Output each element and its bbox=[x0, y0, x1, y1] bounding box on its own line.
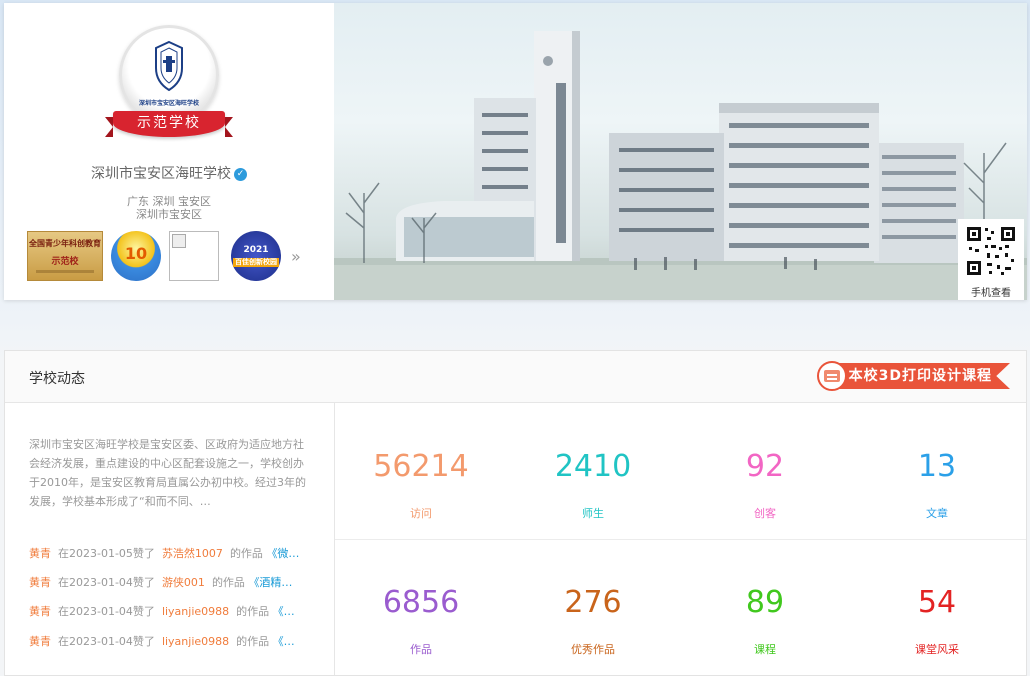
honor-ten-badge[interactable]: 10 bbox=[111, 231, 161, 281]
more-honors-arrow[interactable]: » bbox=[291, 247, 301, 266]
stat-label: 师生 bbox=[582, 507, 604, 520]
activity-user[interactable]: 黄青 bbox=[29, 576, 51, 589]
stat-works[interactable]: 6856 作品 bbox=[335, 583, 507, 657]
stat-value: 92 bbox=[745, 449, 785, 484]
qr-label: 手机查看 bbox=[971, 288, 1011, 299]
stat-label: 课堂风采 bbox=[915, 643, 959, 656]
activity-work-link[interactable]: 《… bbox=[273, 635, 295, 648]
activity-action: 在2023-01-04赞了 bbox=[58, 605, 155, 618]
stat-excellent-works[interactable]: 276 优秀作品 bbox=[507, 583, 679, 657]
badge-school-name: 深圳市宝安区海旺学校 bbox=[138, 100, 199, 107]
news-header: 学校动态 本校3D打印设计课程 bbox=[5, 351, 1026, 403]
school-badge[interactable]: 深圳市宝安区海旺学校 示范学校 bbox=[105, 25, 233, 143]
activity-target-user[interactable]: liyanjie0988 bbox=[162, 605, 229, 618]
school-name-text: 深圳市宝安区海旺学校 bbox=[91, 166, 231, 182]
honor2-text: 10 bbox=[124, 244, 148, 263]
honor1-footer bbox=[36, 270, 94, 273]
activity-user[interactable]: 黄青 bbox=[29, 635, 51, 648]
activity-user[interactable]: 黄青 bbox=[29, 605, 51, 618]
activity-item: 黄青 在2023-01-04赞了 liyanjie0988 的作品 《… bbox=[29, 633, 313, 649]
stat-value: 54 bbox=[917, 585, 957, 620]
stat-visits[interactable]: 56214 访问 bbox=[335, 447, 507, 521]
honor-broken-image[interactable] bbox=[169, 231, 219, 281]
shield-icon bbox=[155, 40, 183, 92]
stat-label: 优秀作品 bbox=[571, 643, 615, 656]
activity-item: 黄青 在2023-01-04赞了 游侠001 的作品 《酒精… bbox=[29, 574, 313, 590]
activity-work-link[interactable]: 《酒精… bbox=[248, 576, 292, 589]
demo-school-ribbon: 示范学校 bbox=[105, 111, 233, 137]
verified-icon: ✓ bbox=[234, 167, 247, 181]
activity-item: 黄青 在2023-01-04赞了 liyanjie0988 的作品 《… bbox=[29, 603, 313, 619]
school-logo: 深圳市宝安区海旺学校 bbox=[119, 25, 219, 125]
activity-target-user[interactable]: 游侠001 bbox=[162, 576, 205, 589]
activity-work-link[interactable]: 《微… bbox=[266, 547, 299, 560]
honor-science-education[interactable]: 全国青少年科创教育 示范校 bbox=[27, 231, 103, 281]
honor4-year: 2021 bbox=[243, 245, 269, 255]
activity-action: 在2023-01-04赞了 bbox=[58, 635, 155, 648]
stat-label: 课程 bbox=[754, 643, 776, 656]
stat-label: 作品 bbox=[410, 643, 432, 656]
school-name[interactable]: 深圳市宝安区海旺学校 ✓ bbox=[4, 163, 334, 183]
stats-divider bbox=[335, 539, 1026, 540]
school-intro[interactable]: 深圳市宝安区海旺学校是宝安区委、区政府为适应地方社会经济发展，重点建设的中心区配… bbox=[29, 435, 313, 511]
news-left-column: 深圳市宝安区海旺学校是宝安区委、区政府为适应地方社会经济发展，重点建设的中心区配… bbox=[5, 403, 335, 675]
campus-photo: 手机查看 bbox=[334, 3, 1027, 300]
stat-label: 访问 bbox=[410, 507, 432, 520]
stat-value: 6856 bbox=[382, 585, 460, 620]
activity-action: 在2023-01-05赞了 bbox=[58, 547, 155, 560]
stat-label: 文章 bbox=[926, 507, 948, 520]
activity-target-user[interactable]: liyanjie0988 bbox=[162, 635, 229, 648]
activity-of: 的作品 bbox=[229, 547, 263, 560]
stat-articles[interactable]: 13 文章 bbox=[851, 447, 1023, 521]
stat-classroom[interactable]: 54 课堂风采 bbox=[851, 583, 1023, 657]
stat-value: 89 bbox=[745, 585, 785, 620]
activity-work-link[interactable]: 《… bbox=[273, 605, 295, 618]
activity-item: 黄青 在2023-01-05赞了 苏浩然1007 的作品 《微… bbox=[29, 545, 313, 561]
activity-of: 的作品 bbox=[211, 576, 245, 589]
school-profile-card: 深圳市宝安区海旺学校 示范学校 深圳市宝安区海旺学校 ✓ 广东 深圳 宝安区 深圳… bbox=[4, 3, 1027, 300]
stat-value: 13 bbox=[917, 449, 957, 484]
activity-of: 的作品 bbox=[236, 605, 270, 618]
news-body: 深圳市宝安区海旺学校是宝安区委、区政府为适应地方社会经济发展，重点建设的中心区配… bbox=[5, 403, 1026, 675]
stat-label: 创客 bbox=[754, 507, 776, 520]
school-news-card: 学校动态 本校3D打印设计课程 深圳市宝安区海旺学校是宝安区委、区政府为适应地方… bbox=[4, 350, 1027, 676]
stat-courses[interactable]: 89 课程 bbox=[679, 583, 851, 657]
profile-panel: 深圳市宝安区海旺学校 示范学校 深圳市宝安区海旺学校 ✓ 广东 深圳 宝安区 深圳… bbox=[4, 3, 334, 300]
3d-print-course-banner[interactable]: 本校3D打印设计课程 bbox=[816, 361, 1010, 391]
stat-makers[interactable]: 92 创客 bbox=[679, 447, 851, 521]
campus-building-illustration bbox=[334, 31, 1027, 300]
stat-value: 2410 bbox=[554, 449, 632, 484]
school-stats-grid: 56214 访问 2410 师生 92 创客 13 文章 6856 作品 276… bbox=[335, 403, 1026, 675]
honor-list: 全国青少年科创教育 示范校 10 2021 百佳创新校园 » bbox=[27, 231, 301, 281]
stat-value: 276 bbox=[564, 585, 622, 620]
activity-user[interactable]: 黄青 bbox=[29, 547, 51, 560]
activity-target-user[interactable]: 苏浩然1007 bbox=[162, 547, 223, 560]
honor1-title: 全国青少年科创教育 bbox=[29, 239, 101, 248]
stat-value: 56214 bbox=[373, 449, 469, 484]
activity-action: 在2023-01-04赞了 bbox=[58, 576, 155, 589]
qr-code-box[interactable]: 手机查看 bbox=[958, 219, 1024, 300]
honor4-name: 百佳创新校园 bbox=[233, 258, 279, 267]
honor-innovation-campus[interactable]: 2021 百佳创新校园 bbox=[231, 231, 281, 281]
news-title: 学校动态 bbox=[29, 371, 85, 387]
course-calendar-icon bbox=[816, 361, 847, 391]
activity-of: 的作品 bbox=[236, 635, 270, 648]
honor1-sub: 示范校 bbox=[51, 257, 79, 267]
course-banner-text: 本校3D打印设计课程 bbox=[838, 363, 1010, 389]
qr-code-icon bbox=[965, 225, 1017, 277]
stat-members[interactable]: 2410 师生 bbox=[507, 447, 679, 521]
location-district: 深圳市宝安区 bbox=[136, 208, 202, 221]
